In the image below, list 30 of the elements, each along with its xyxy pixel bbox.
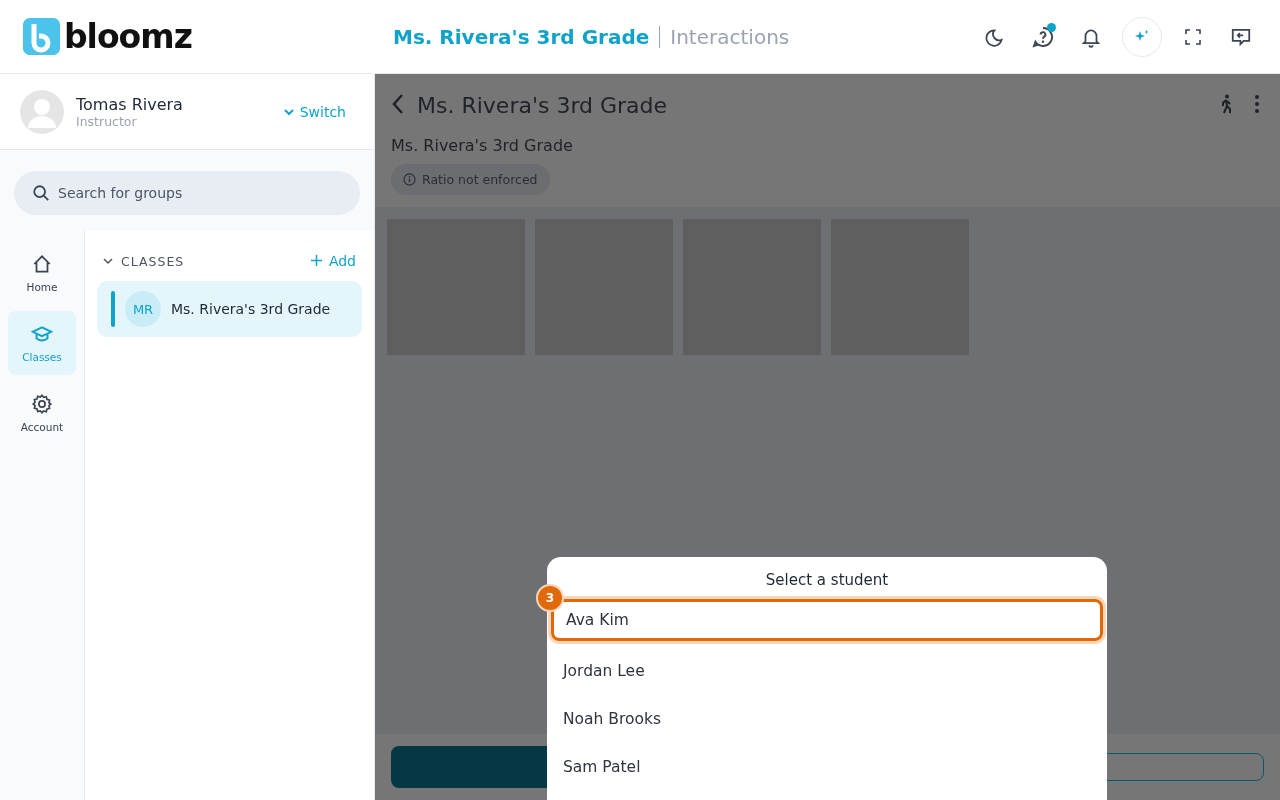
info-icon: [403, 173, 416, 186]
user-name: Tomas Rivera: [76, 94, 184, 114]
plus-icon: [310, 255, 322, 266]
search-field[interactable]: Search for groups: [14, 171, 360, 215]
user-role: Instructor: [76, 113, 138, 129]
page-title: Ms. Rivera's 3rd Grade: [417, 92, 669, 118]
student-option[interactable]: Noah Brooks: [551, 695, 1103, 743]
nav-item[interactable]: Home: [8, 241, 76, 305]
help-icon: [1031, 24, 1055, 49]
avatar: [20, 89, 64, 134]
logo-text: bloomz: [64, 17, 192, 56]
nav-item[interactable]: Account: [8, 381, 76, 445]
chevron-down-icon: [283, 107, 294, 116]
chevron-left-icon: [391, 92, 405, 115]
logo-icon: [23, 18, 60, 55]
step-badge: 3: [536, 584, 564, 612]
ratio-chip: Ratio not enforced: [391, 164, 550, 195]
group-name: Ms. Rivera's 3rd Grade: [391, 136, 574, 155]
home-icon: [31, 253, 53, 275]
dialog-title: Select a student: [764, 571, 890, 589]
section-title: Interactions: [670, 24, 790, 49]
fullscreen-icon: [1183, 26, 1203, 47]
student-option[interactable]: Jordan Lee: [551, 647, 1103, 695]
more-vertical-icon: [1254, 93, 1260, 114]
class-item[interactable]: MR Ms. Rivera's 3rd Grade: [97, 281, 362, 337]
group-title: Ms. Rivera's 3rd Grade: [393, 24, 650, 49]
chevron-down-icon: [103, 257, 113, 265]
section-heading: CLASSES: [121, 253, 186, 269]
initials-avatar: MR: [125, 291, 161, 327]
settings-icon: [31, 393, 53, 415]
